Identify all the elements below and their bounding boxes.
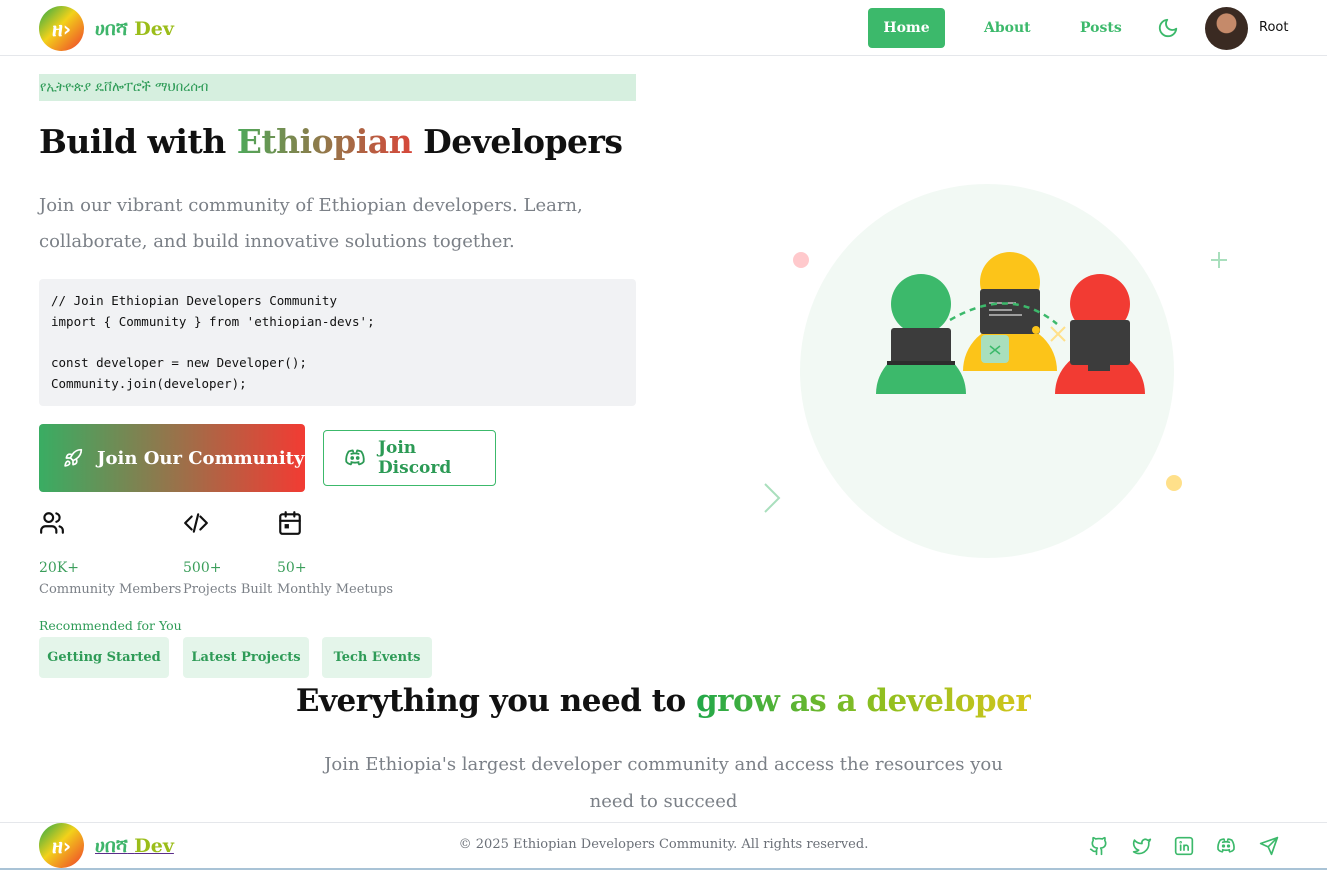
stat-label: Projects Built — [183, 582, 273, 597]
github-icon[interactable] — [1089, 836, 1109, 856]
decor-pink-dot — [793, 252, 809, 268]
section-title: Everything you need to grow as a develop… — [0, 683, 1327, 719]
discord-icon — [345, 449, 365, 466]
join-discord-button[interactable]: Join Discord — [323, 430, 496, 486]
linkedin-icon[interactable] — [1174, 836, 1194, 856]
dark-mode-moon-icon[interactable] — [1157, 17, 1179, 39]
discord-icon[interactable] — [1216, 836, 1236, 856]
user-avatar[interactable] — [1205, 7, 1248, 50]
decor-plus-icon — [1211, 252, 1227, 268]
hero-title: Build with Ethiopian Developers — [39, 122, 623, 161]
hero-subtitle: Join our vibrant community of Ethiopian … — [39, 195, 583, 252]
decor-chevron-icon — [764, 483, 781, 513]
decor-yellow-dot — [1166, 475, 1182, 491]
nav-posts-link[interactable]: Posts — [1080, 20, 1122, 36]
stat-value: 500+ — [183, 560, 222, 576]
nav-about-link[interactable]: About — [984, 20, 1031, 36]
telegram-icon[interactable] — [1259, 836, 1279, 856]
copyright-text: © 2025 Ethiopian Developers Community. A… — [458, 837, 869, 852]
join-discord-label: Join Discord — [377, 438, 452, 478]
stat-label: Monthly Meetups — [277, 582, 394, 597]
stat-label: Community Members — [39, 582, 182, 597]
twitter-icon[interactable] — [1132, 836, 1152, 856]
rocket-icon — [64, 448, 83, 467]
section-title-pre: Everything you need to — [295, 683, 686, 719]
main-nav: Home About Posts Root — [868, 7, 1288, 50]
stat-value: 50+ — [277, 560, 307, 576]
brand-prefix: ሀበሻ — [95, 17, 128, 40]
stat-value: 20K+ — [39, 560, 80, 576]
hero-badge: የኢትዮጵያ ዴቨሎፐሮች ማህበረሰብ — [39, 74, 636, 101]
stat-meetups: 50+ Monthly Meetups — [277, 510, 393, 597]
join-community-label: Join Our Community — [97, 447, 305, 469]
section-subtitle: Join Ethiopia's largest developer commun… — [324, 754, 1003, 812]
brand-suffix: Dev — [134, 17, 174, 40]
hero-title-post: Developers — [423, 122, 623, 161]
stat-projects: 500+ Projects Built — [183, 510, 272, 597]
calendar-icon — [279, 511, 301, 535]
recommended-label: Recommended for You — [39, 618, 182, 633]
rec-tech-events-button[interactable]: Tech Events — [322, 637, 432, 678]
code-snippet: // Join Ethiopian Developers Community i… — [39, 279, 636, 406]
join-community-button[interactable]: Join Our Community — [39, 424, 305, 492]
rec-latest-projects-button[interactable]: Latest Projects — [183, 637, 309, 678]
hero-title-highlight: Ethiopian — [236, 122, 413, 161]
section-title-highlight: grow as a developer — [695, 683, 1032, 719]
brand-logo[interactable]: ዘ› ሀበሻ Dev — [39, 6, 174, 51]
logo-mark-icon: ዘ› — [39, 6, 84, 51]
brand-name: ሀበሻ Dev — [95, 18, 174, 40]
footer: ዘ› ሀበሻ Dev © 2025 Ethiopian Developers C… — [0, 822, 1327, 870]
stat-members: 20K+ Community Members — [39, 510, 181, 597]
username[interactable]: Root — [1259, 20, 1288, 35]
hero-title-pre: Build with — [39, 122, 226, 161]
top-nav-bar: ዘ› ሀበሻ Dev Home About Posts Root — [0, 0, 1327, 56]
nav-home-button[interactable]: Home — [868, 8, 945, 48]
rec-getting-started-button[interactable]: Getting Started — [39, 637, 169, 678]
users-icon — [40, 512, 64, 534]
hero-illustration — [764, 184, 1227, 558]
code-icon — [184, 513, 208, 533]
